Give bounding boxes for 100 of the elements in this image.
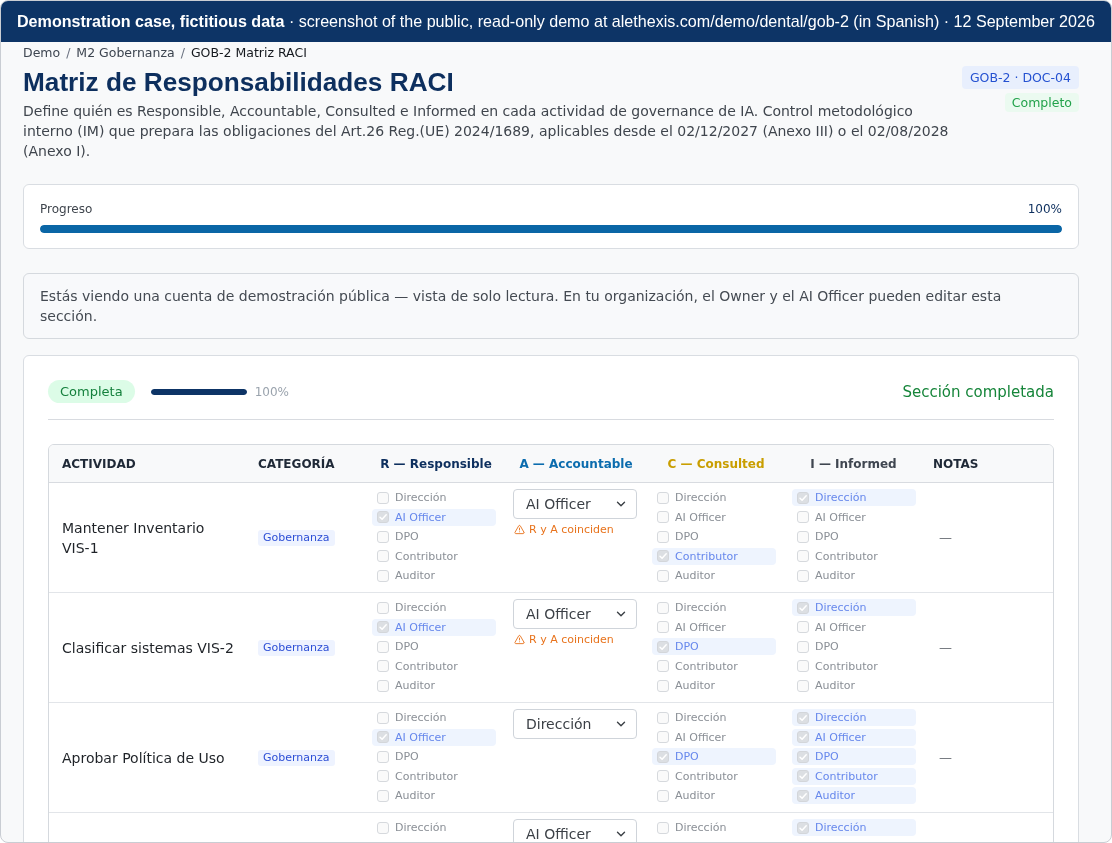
checkbox[interactable] <box>657 601 669 614</box>
checkbox[interactable] <box>657 789 669 802</box>
checkbox[interactable] <box>797 731 809 743</box>
role-option[interactable]: Dirección <box>372 599 496 616</box>
role-option[interactable]: DPO <box>372 748 496 765</box>
checkbox[interactable] <box>797 621 809 633</box>
checkbox[interactable] <box>797 640 809 653</box>
role-option[interactable]: Auditor <box>652 567 776 584</box>
checkbox[interactable] <box>797 530 809 543</box>
role-option[interactable]: Dirección <box>372 489 496 506</box>
checkbox[interactable] <box>797 569 809 582</box>
role-option[interactable]: AI Officer <box>792 728 916 746</box>
role-option[interactable]: Contributor <box>372 767 496 785</box>
role-option[interactable]: DPO <box>652 638 776 655</box>
role-option[interactable]: AI Officer <box>372 728 496 746</box>
role-option[interactable]: Auditor <box>372 677 496 694</box>
checkbox[interactable] <box>377 491 389 504</box>
checkbox[interactable] <box>797 511 809 523</box>
role-option[interactable]: Dirección <box>372 709 496 726</box>
role-option[interactable]: Dirección <box>652 819 776 836</box>
breadcrumb-link[interactable]: Demo <box>23 45 61 60</box>
role-option[interactable]: Contributor <box>652 547 776 565</box>
checkbox[interactable] <box>797 750 809 763</box>
checkbox[interactable] <box>797 601 809 614</box>
checkbox[interactable] <box>657 660 669 672</box>
checkbox[interactable] <box>797 770 809 782</box>
role-option[interactable]: DPO <box>652 748 776 765</box>
role-option[interactable]: Dirección <box>792 489 916 506</box>
checkbox[interactable] <box>797 821 809 834</box>
role-option[interactable]: Dirección <box>792 819 916 836</box>
accountable-select[interactable]: AI Officer <box>513 819 637 842</box>
checkbox[interactable] <box>377 750 389 763</box>
role-option[interactable]: Dirección <box>652 489 776 506</box>
breadcrumb-link[interactable]: M2 Gobernanza <box>76 45 175 60</box>
checkbox[interactable] <box>797 491 809 504</box>
role-option[interactable]: Dirección <box>792 599 916 616</box>
checkbox[interactable] <box>377 569 389 582</box>
checkbox[interactable] <box>377 621 389 633</box>
checkbox[interactable] <box>657 711 669 724</box>
role-option[interactable]: AI Officer <box>652 728 776 746</box>
checkbox[interactable] <box>377 770 389 782</box>
role-option[interactable]: AI Officer <box>652 618 776 636</box>
role-option[interactable]: Contributor <box>792 767 916 785</box>
role-option[interactable]: Auditor <box>792 677 916 694</box>
checkbox[interactable] <box>657 491 669 504</box>
accountable-select[interactable]: AI Officer <box>513 599 637 629</box>
role-option[interactable]: Auditor <box>652 677 776 694</box>
role-option[interactable]: Auditor <box>792 567 916 584</box>
checkbox[interactable] <box>377 660 389 672</box>
checkbox[interactable] <box>377 550 389 562</box>
role-option[interactable]: DPO <box>792 748 916 765</box>
role-option[interactable]: Auditor <box>372 567 496 584</box>
role-option[interactable]: Dirección <box>792 709 916 726</box>
checkbox[interactable] <box>657 679 669 692</box>
role-option[interactable]: DPO <box>652 528 776 545</box>
checkbox[interactable] <box>797 711 809 724</box>
checkbox[interactable] <box>657 750 669 763</box>
checkbox[interactable] <box>657 621 669 633</box>
role-option[interactable]: Contributor <box>652 657 776 675</box>
checkbox[interactable] <box>657 770 669 782</box>
checkbox[interactable] <box>377 789 389 802</box>
checkbox[interactable] <box>377 711 389 724</box>
checkbox[interactable] <box>377 601 389 614</box>
checkbox[interactable] <box>657 731 669 743</box>
role-option[interactable]: Auditor <box>792 787 916 804</box>
role-option[interactable]: Auditor <box>372 787 496 804</box>
role-option[interactable]: Contributor <box>372 657 496 675</box>
role-option[interactable]: AI Officer <box>652 508 776 526</box>
checkbox[interactable] <box>657 530 669 543</box>
checkbox[interactable] <box>797 660 809 672</box>
role-option[interactable]: AI Officer <box>372 618 496 636</box>
checkbox[interactable] <box>377 530 389 543</box>
role-option[interactable]: Contributor <box>652 767 776 785</box>
role-option[interactable]: DPO <box>792 638 916 655</box>
checkbox[interactable] <box>797 550 809 562</box>
checkbox[interactable] <box>377 679 389 692</box>
checkbox[interactable] <box>657 511 669 523</box>
checkbox[interactable] <box>377 511 389 523</box>
checkbox[interactable] <box>657 821 669 834</box>
role-option[interactable]: Auditor <box>652 787 776 804</box>
role-option[interactable]: DPO <box>372 638 496 655</box>
checkbox[interactable] <box>657 569 669 582</box>
checkbox[interactable] <box>797 679 809 692</box>
role-option[interactable]: DPO <box>792 528 916 545</box>
role-option[interactable]: Dirección <box>652 709 776 726</box>
checkbox[interactable] <box>377 640 389 653</box>
accountable-select[interactable]: AI Officer <box>513 489 637 519</box>
checkbox[interactable] <box>377 731 389 743</box>
role-option[interactable]: Contributor <box>792 657 916 675</box>
role-option[interactable]: AI Officer <box>792 508 916 526</box>
accountable-select[interactable]: Dirección <box>513 709 637 739</box>
role-option[interactable]: Dirección <box>372 819 496 836</box>
checkbox[interactable] <box>377 821 389 834</box>
role-option[interactable]: DPO <box>372 528 496 545</box>
role-option[interactable]: Dirección <box>652 599 776 616</box>
role-option[interactable]: AI Officer <box>372 508 496 526</box>
checkbox[interactable] <box>657 640 669 653</box>
role-option[interactable]: AI Officer <box>792 618 916 636</box>
checkbox[interactable] <box>657 550 669 562</box>
role-option[interactable]: Contributor <box>792 547 916 565</box>
